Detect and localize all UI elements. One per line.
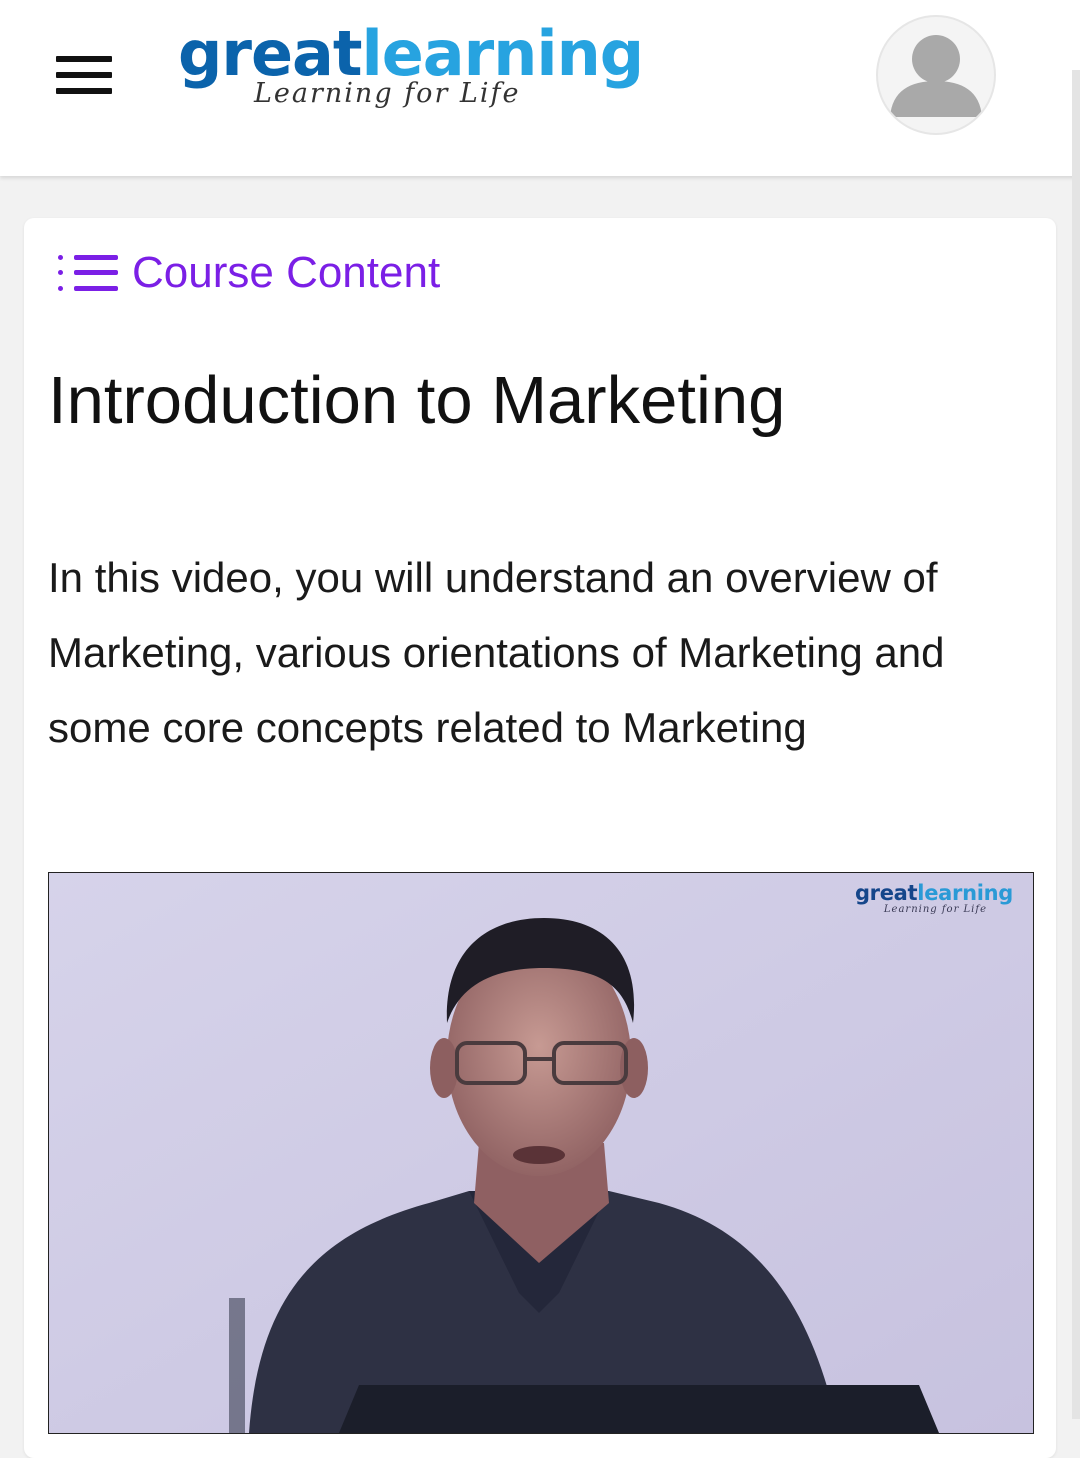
lesson-card: Course Content Introduction to Marketing… [24, 218, 1056, 1458]
page-scrollbar[interactable] [1072, 70, 1080, 1419]
video-player[interactable]: greatlearning Learning for Life [48, 872, 1034, 1434]
app-header: greatlearning Learning for Life [0, 0, 1080, 176]
video-watermark-logo: greatlearning Learning for Life [843, 881, 1013, 925]
menu-bar [56, 56, 112, 62]
hamburger-menu-icon[interactable] [56, 56, 112, 94]
list-dot [58, 286, 63, 291]
watermark-wordmark: greatlearning [855, 881, 1013, 905]
video-frame-presenter [49, 873, 1033, 1433]
list-line [74, 255, 118, 260]
avatar-silhouette-icon [890, 35, 982, 117]
watermark-tagline: Learning for Life [883, 904, 987, 915]
list-dot [58, 270, 63, 275]
watermark-great-text: great [854, 881, 918, 905]
lesson-description: In this video, you will understand an ov… [48, 554, 945, 751]
list-icon [58, 249, 120, 297]
course-content-label: Course Content [132, 248, 441, 297]
great-learning-logo[interactable]: greatlearning Learning for Life [178, 18, 644, 118]
logo-tagline: Learning for Life [254, 78, 521, 109]
lesson-title: Introduction to Marketing [48, 363, 786, 438]
course-content-button[interactable]: Course Content [58, 242, 440, 304]
menu-bar [56, 88, 112, 94]
watermark-learning-text: learning [917, 881, 1013, 905]
list-line [74, 286, 118, 291]
list-line [74, 270, 118, 275]
menu-bar [56, 72, 112, 78]
user-avatar-icon[interactable] [876, 15, 996, 135]
list-dot [58, 255, 63, 260]
